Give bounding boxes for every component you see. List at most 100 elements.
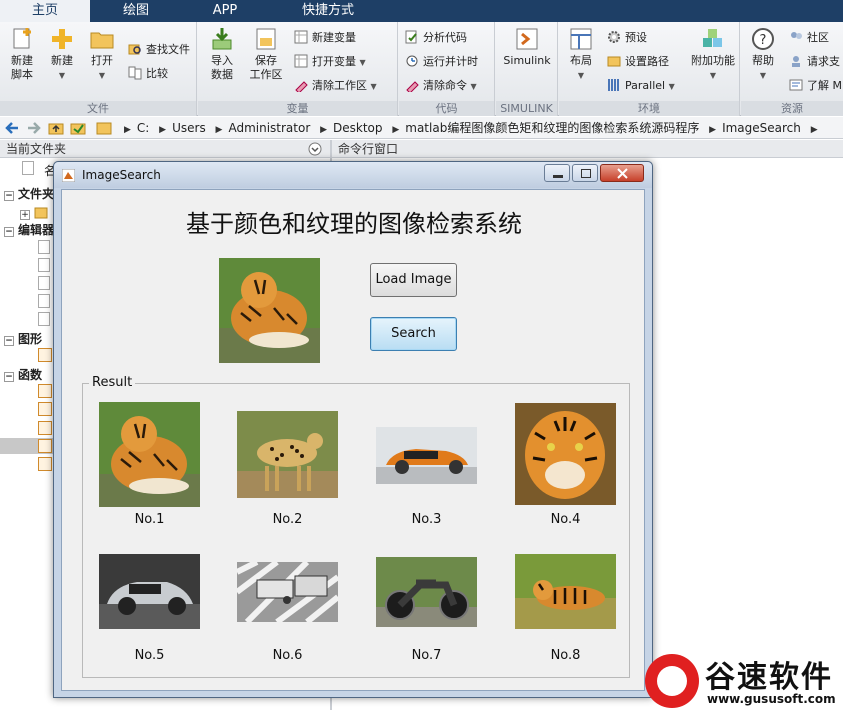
tree-file-folder[interactable]: − 文件夹 [4, 186, 54, 202]
import-data-label: 导入 数据 [211, 54, 233, 81]
simulink-button[interactable]: Simulink [500, 26, 554, 68]
file-icon[interactable] [38, 312, 50, 326]
import-data-button[interactable]: 导入 数据 [202, 26, 242, 82]
ribbon-tab-bar: 主页 绘图 APP 快捷方式 [0, 0, 843, 22]
minimize-button[interactable] [544, 164, 570, 182]
help-button[interactable]: ? 帮助 ▼ [743, 26, 783, 83]
folder-open-icon [90, 32, 114, 49]
run-and-time-label: 运行并计时 [423, 55, 478, 68]
find-files-button[interactable]: 查找文件 [128, 40, 190, 60]
layout-label: 布局 [570, 54, 592, 67]
result-label-2: No.2 [272, 512, 303, 527]
function-file-icon[interactable] [38, 402, 52, 416]
figure-file-icon[interactable] [38, 348, 52, 362]
tab-shortcuts[interactable]: 快捷方式 [270, 0, 386, 22]
load-image-button[interactable]: Load Image [370, 263, 457, 297]
window-titlebar[interactable]: ImageSearch [54, 162, 652, 188]
clear-commands-label: 清除命令 [423, 79, 467, 92]
back-arrow-icon[interactable] [4, 120, 20, 136]
new-script-button[interactable]: 新建 脚本 [2, 26, 42, 82]
window-title: ImageSearch [82, 168, 161, 182]
result-image-3 [376, 427, 477, 484]
tab-apps[interactable]: APP [182, 0, 268, 22]
clear-workspace-button[interactable]: 清除工作区 ▼ [294, 76, 377, 96]
breadcrumb-item-imagesearch[interactable]: ImageSearch [722, 121, 801, 135]
simulink-icon [516, 28, 538, 50]
open-variable-button[interactable]: 打开变量 ▼ [294, 52, 366, 72]
parallel-button[interactable]: Parallel ▼ [607, 76, 675, 96]
watermark-url: www.gususoft.com [707, 692, 836, 706]
open-label: 打开 [91, 54, 113, 67]
clear-commands-button[interactable]: 清除命令 ▼ [405, 76, 477, 96]
result-image-6 [237, 562, 338, 622]
function-file-icon[interactable] [38, 457, 52, 471]
set-path-button[interactable]: 设置路径 [607, 52, 669, 72]
maximize-button[interactable] [572, 164, 598, 182]
folder-icon [96, 122, 112, 135]
community-button[interactable]: 社区 [789, 28, 829, 48]
collapse-icon[interactable]: − [4, 227, 14, 237]
chevron-down-icon: ▼ [577, 71, 585, 80]
tree-figures[interactable]: − 图形 [4, 331, 42, 347]
close-button[interactable] [600, 164, 644, 182]
file-icon[interactable] [38, 240, 50, 254]
breadcrumb-item-project[interactable]: matlab编程图像颜色矩和纹理的图像检索系统源码程序 [405, 121, 699, 135]
chevron-down-icon: ▼ [709, 71, 717, 80]
chevron-right-icon: ▶ [215, 125, 223, 135]
result-panel: Result No.1 No.2 No.3 No.4 No.5 No.6 No.… [82, 375, 630, 678]
browse-folder-icon[interactable] [70, 120, 86, 136]
resources-section-label: 资源 [741, 101, 843, 116]
preferences-button[interactable]: 预设 [607, 28, 647, 48]
tree-functions[interactable]: − 函数 [4, 367, 42, 383]
result-label-4: No.4 [550, 512, 581, 527]
environment-section-label: 环境 [559, 101, 739, 116]
tree-subfolder[interactable]: + [20, 206, 48, 220]
layout-button[interactable]: 布局 ▼ [561, 26, 601, 83]
chevron-right-icon: ▶ [159, 125, 167, 135]
function-file-icon[interactable] [38, 421, 52, 435]
simulink-section-label: SIMULINK [496, 101, 557, 116]
collapse-icon[interactable]: − [4, 191, 14, 201]
run-and-time-button[interactable]: 运行并计时 [405, 52, 478, 72]
breadcrumb-item-users[interactable]: Users [172, 121, 206, 135]
simulink-label: Simulink [503, 54, 551, 67]
request-support-label: 请求支 [807, 55, 840, 68]
save-workspace-button[interactable]: 保存 工作区 [246, 26, 286, 82]
new-button[interactable]: 新建 ▼ [42, 26, 82, 83]
panel-menu-icon[interactable] [308, 142, 322, 156]
breadcrumb-item-desktop[interactable]: Desktop [333, 121, 383, 135]
file-icon[interactable] [38, 294, 50, 308]
help-label: 帮助 [752, 54, 774, 67]
chevron-down-icon: ▼ [470, 82, 477, 91]
up-folder-icon[interactable] [48, 120, 64, 136]
analyze-code-label: 分析代码 [423, 31, 467, 44]
add-ons-icon [703, 29, 722, 47]
function-file-icon[interactable] [38, 439, 52, 453]
code-section-label: 代码 [399, 101, 494, 116]
function-file-icon[interactable] [38, 384, 52, 398]
search-button[interactable]: Search [370, 317, 457, 351]
collapse-icon[interactable]: − [4, 372, 14, 382]
forward-arrow-icon[interactable] [26, 120, 42, 136]
compare-button[interactable]: 比较 [128, 64, 168, 84]
tree-editor[interactable]: − 编辑器 [4, 222, 54, 238]
result-label-8: No.8 [550, 648, 581, 663]
learn-matlab-button[interactable]: 了解 M [789, 76, 842, 96]
breadcrumb-item-drive[interactable]: C: [137, 121, 149, 135]
analyze-code-button[interactable]: 分析代码 [405, 28, 467, 48]
tab-home[interactable]: 主页 [0, 0, 90, 22]
tab-plots[interactable]: 绘图 [92, 0, 180, 22]
matlab-logo-icon [62, 169, 75, 182]
open-button[interactable]: 打开 ▼ [82, 26, 122, 83]
file-icon[interactable] [38, 276, 50, 290]
file-icon[interactable] [38, 258, 50, 272]
collapse-icon[interactable]: − [4, 336, 14, 346]
expand-icon[interactable]: + [20, 210, 30, 220]
chevron-down-icon: ▼ [98, 71, 106, 80]
breadcrumb-item-user[interactable]: Administrator [228, 121, 310, 135]
breadcrumb[interactable]: ▶ C: ▶ Users ▶ Administrator ▶ Desktop ▶ matl… [118, 117, 824, 139]
open-variable-icon [294, 54, 308, 68]
request-support-button[interactable]: 请求支 [789, 52, 840, 72]
add-ons-button[interactable]: 附加功能 ▼ [689, 26, 737, 83]
new-variable-button[interactable]: 新建变量 [294, 28, 356, 48]
